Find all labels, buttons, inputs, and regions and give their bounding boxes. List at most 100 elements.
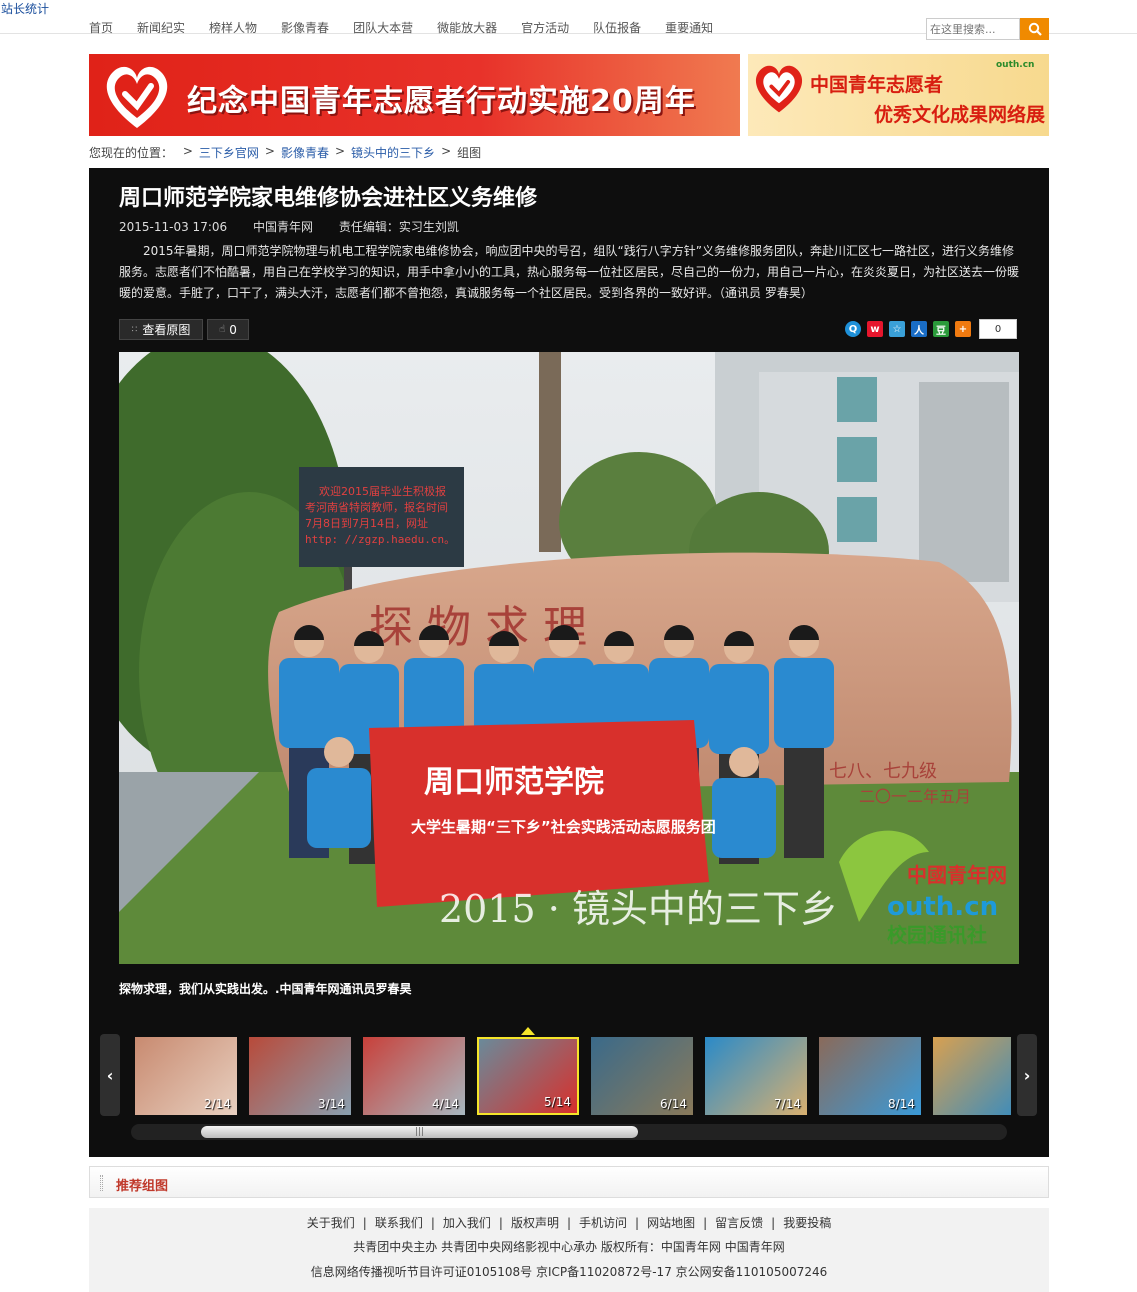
volunteer-head (324, 737, 354, 767)
banner-culture-exhibition[interactable]: 中国青年志愿者 优秀文化成果网络展 outh.cn (748, 54, 1049, 136)
thumbnail[interactable]: 9 (933, 1037, 1011, 1115)
nav-item[interactable]: 重要通知 (665, 19, 713, 36)
main-nav: 首页 新闻纪实 榜样人物 影像青春 团队大本营 微能放大器 官方活动 队伍报备 重要通知 (89, 19, 737, 36)
search-box (926, 18, 1049, 40)
volunteer-legs (784, 748, 824, 858)
footer-link[interactable]: 网站地图 (647, 1216, 695, 1230)
thumbnail-index: 4/14 (432, 1097, 459, 1111)
thumb-prev-button[interactable]: ‹ (100, 1034, 120, 1116)
logo-cyol: 中國青年网 (907, 863, 1007, 887)
footer-links: 关于我们 | 联系我们 | 加入我们 | 版权声明 | 手机访问 | 网站地图 | 留言反馈 | 我要投稿 (89, 1214, 1049, 1231)
qzone-share-icon[interactable]: Q (845, 321, 861, 337)
heart-hand-icon (755, 65, 803, 113)
volunteer-shirt (709, 664, 769, 754)
led-screen-line-2: 考河南省特岗教师，报名时间 (305, 500, 448, 514)
like-button[interactable]: ☝ 0 (207, 319, 249, 340)
banner-line-2: 优秀文化成果网络展 (874, 104, 1046, 126)
thumbnail-index: 7/14 (774, 1097, 801, 1111)
recommended-section: 推荐组图 (89, 1166, 1049, 1198)
section-grip-icon (100, 1175, 103, 1191)
group-photo-illustration: 欢迎2015届毕业生积极报 考河南省特岗教师，报名时间 7月8日到7月14日，网… (119, 352, 1019, 964)
breadcrumb-sep: > (179, 144, 193, 158)
heart-hand-icon (106, 66, 168, 128)
thumbnail[interactable]: 7/14 (705, 1037, 807, 1115)
breadcrumb-sep: > (441, 144, 452, 158)
volunteer-shirt (307, 768, 371, 848)
photo-caption: 探物求理，我们从实践出发。.中国青年网通讯员罗春昊 (119, 982, 412, 996)
thumbnail[interactable]: 5/14 (477, 1037, 579, 1115)
banner-title: 纪念中国青年志愿者行动实施20周年 (187, 84, 696, 119)
breadcrumb-current: 组图 (457, 146, 482, 160)
footer-link[interactable]: 加入我们 (443, 1216, 491, 1230)
breadcrumb-sep: > (334, 144, 346, 158)
led-screen-line-4: http: //zgzp.haedu.cn。 (305, 533, 455, 546)
thumb-next-button[interactable]: › (1017, 1034, 1037, 1116)
breadcrumb-link-column[interactable]: 镜头中的三下乡 (351, 144, 435, 161)
footer-link[interactable]: 联系我们 (375, 1216, 423, 1230)
recommended-title: 推荐组图 (116, 1179, 169, 1194)
thumbnail-strip: 2/14 3/14 4/14 5/14 6/14 7/14 8/14 9 (135, 1034, 1011, 1118)
nav-item[interactable]: 微能放大器 (437, 19, 497, 36)
nav-item[interactable]: 官方活动 (521, 19, 569, 36)
nav-item[interactable]: 榜样人物 (209, 19, 257, 36)
nav-item[interactable]: 团队大本营 (353, 19, 413, 36)
thumbnail-index: 3/14 (318, 1097, 345, 1111)
logo-campus-news: 校园通讯社 (887, 923, 987, 947)
footer-link[interactable]: 关于我们 (307, 1216, 355, 1230)
thumbnail[interactable]: 3/14 (249, 1037, 351, 1115)
gallery-panel: 周口师范学院家电维修协会进社区义务维修 2015-11-03 17:06 中国青… (89, 168, 1049, 1157)
weibo-share-icon[interactable]: w (867, 321, 883, 337)
like-count: 0 (229, 322, 237, 337)
main-photo[interactable]: 欢迎2015届毕业生积极报 考河南省特岗教师，报名时间 7月8日到7月14日，网… (119, 352, 1019, 964)
banner-team-name: 大学生暑期“三下乡”社会实践活动志愿服务团 (411, 818, 716, 836)
thumbnail[interactable]: 2/14 (135, 1037, 237, 1115)
thumbnail-index: 6/14 (660, 1097, 687, 1111)
footer-link[interactable]: 我要投稿 (783, 1216, 831, 1230)
view-original-button[interactable]: ∷ 查看原图 (119, 319, 203, 340)
volunteer-shirt (279, 658, 339, 748)
article-body: 2015年暑期，周口师范学院物理与机电工程学院家电维修协会，响应团中央的号召，组… (119, 244, 1020, 300)
nav-item[interactable]: 队伍报备 (593, 19, 641, 36)
photo-watermark: 2015 · 镜头中的三下乡 (439, 887, 838, 931)
article-title: 周口师范学院家电维修协会进社区义务维修 (119, 186, 538, 211)
breadcrumb-label: 您现在的位置： (89, 146, 174, 160)
banner-line-1: 中国青年志愿者 (810, 74, 944, 96)
chevron-right-icon: › (1023, 1065, 1031, 1085)
footer-link[interactable]: 手机访问 (579, 1216, 627, 1230)
youth-logo: outh.cn (996, 60, 1035, 70)
banner-volunteer-anniversary[interactable]: 纪念中国青年志愿者行动实施20周年 (89, 54, 740, 136)
search-icon (1028, 22, 1042, 36)
thumbs-up-icon: ☝ (219, 324, 226, 335)
thumbnail-index: 5/14 (544, 1095, 571, 1109)
article-date: 2015-11-03 17:06 (119, 220, 228, 234)
thumb-scrollbar[interactable]: ||| (131, 1124, 1007, 1140)
footer-link[interactable]: 版权声明 (511, 1216, 559, 1230)
volunteer-shirt (774, 658, 834, 748)
breadcrumb: 您现在的位置： > 三下乡官网 > 影像青春 > 镜头中的三下乡 > 组图 (89, 144, 481, 161)
article-editor: 责任编辑：实习生刘凯 (338, 220, 459, 234)
breadcrumb-link-section[interactable]: 影像青春 (281, 144, 329, 161)
grid-icon: ∷ (131, 324, 138, 335)
footer-sep: | (703, 1216, 708, 1230)
footer-sponsor: 共青团中央主办 共青团中央网络影视中心承办 版权所有：中国青年网 中国青年网 (353, 1240, 785, 1254)
renren-share-icon[interactable]: 人 (911, 321, 927, 337)
thumbnail[interactable]: 4/14 (363, 1037, 465, 1115)
douban-share-icon[interactable]: 豆 (933, 321, 949, 337)
nav-item[interactable]: 首页 (89, 19, 113, 36)
qq-weibo-share-icon[interactable]: ☆ (889, 321, 905, 337)
nav-item[interactable]: 新闻纪实 (137, 19, 185, 36)
thumbnail[interactable]: 6/14 (591, 1037, 693, 1115)
footer-sep: | (771, 1216, 776, 1230)
search-button[interactable] (1020, 18, 1049, 40)
breadcrumb-sep: > (264, 144, 275, 158)
search-input[interactable] (926, 18, 1020, 40)
stone-date-text: 二〇一二年五月 (859, 787, 971, 806)
nav-item[interactable]: 影像青春 (281, 19, 329, 36)
footer-sep: | (635, 1216, 640, 1230)
thumb-scrollbar-handle[interactable]: ||| (201, 1126, 638, 1138)
more-share-icon[interactable]: + (955, 321, 971, 337)
thumbnail[interactable]: 8/14 (819, 1037, 921, 1115)
footer-link[interactable]: 留言反馈 (715, 1216, 763, 1230)
thumbnail-index: 8/14 (888, 1097, 915, 1111)
breadcrumb-link-home[interactable]: 三下乡官网 (199, 144, 259, 161)
